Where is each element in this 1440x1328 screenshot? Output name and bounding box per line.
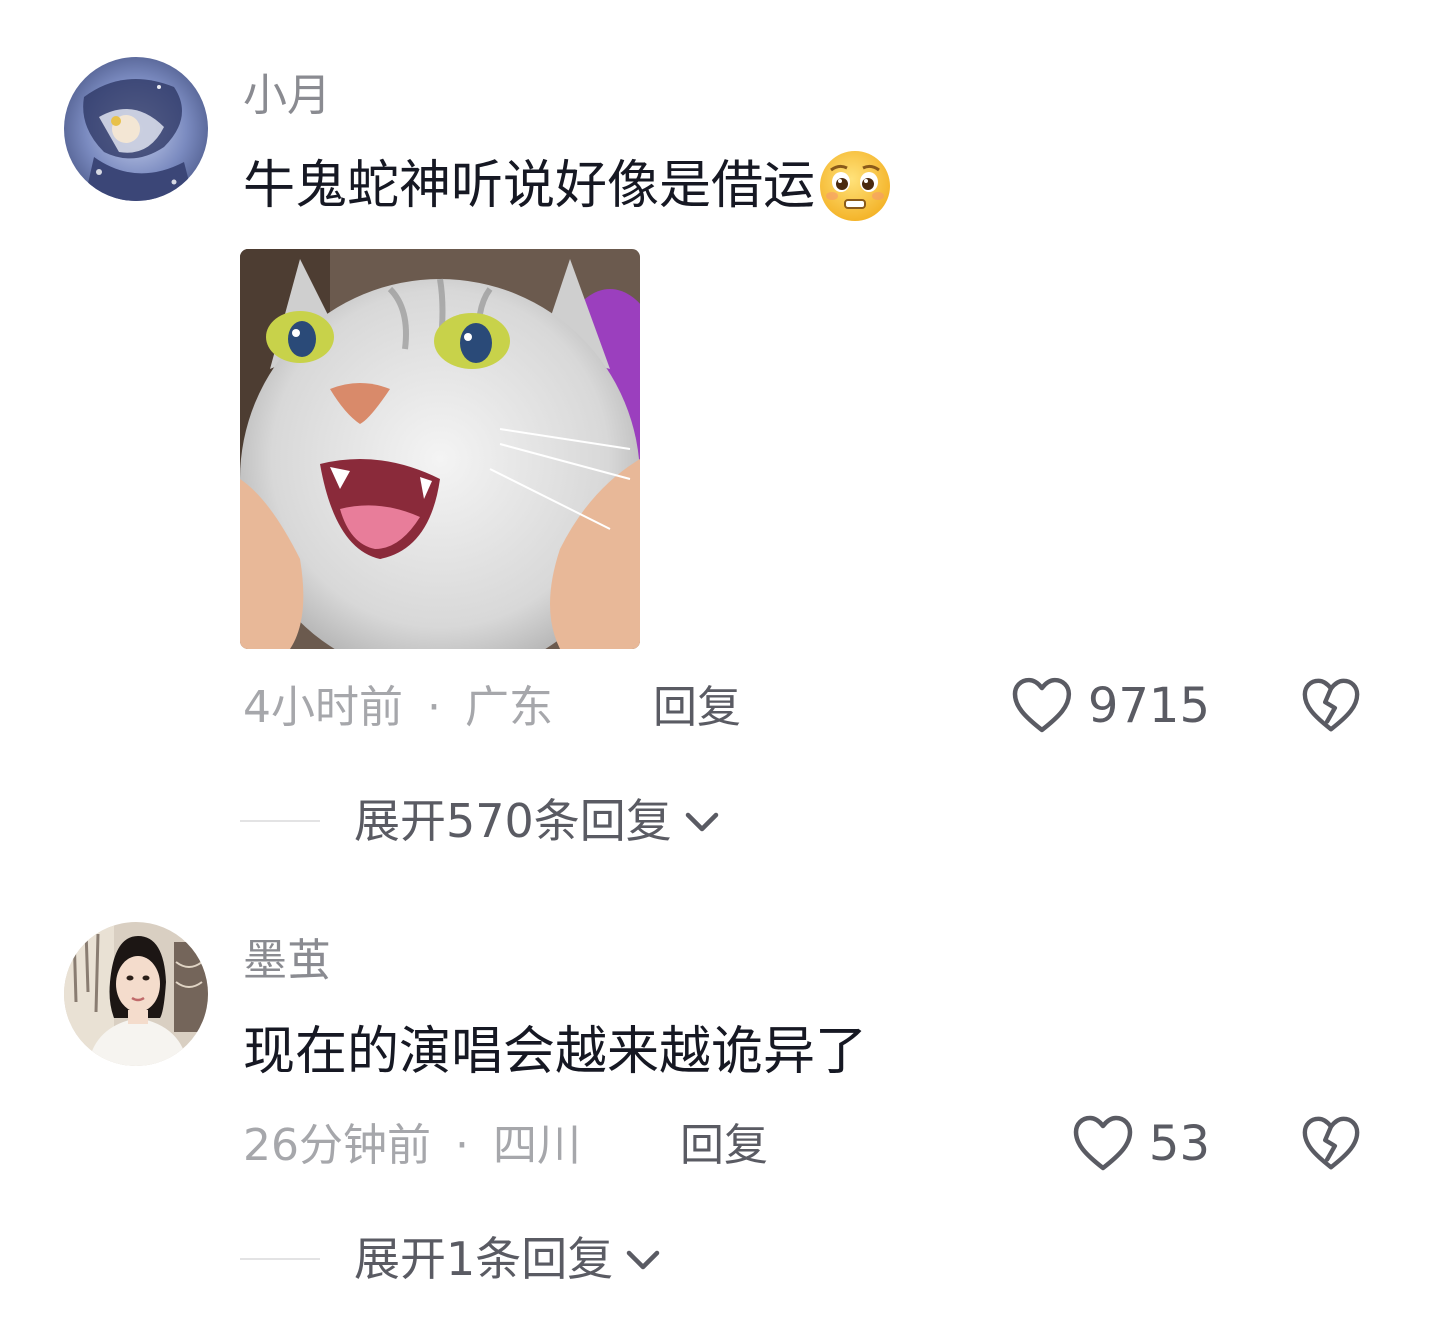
comment-meta: 4小时前 · 广东	[243, 686, 553, 730]
heart-outline-icon	[1012, 677, 1072, 733]
comment-text: 牛鬼蛇神听说好像是借运	[243, 148, 893, 224]
like-button[interactable]: 9715	[1010, 676, 1210, 736]
expand-divider	[240, 820, 320, 822]
location: 四川	[493, 1120, 581, 1171]
like-count: 9715	[1087, 678, 1210, 734]
heart-outline-icon	[1073, 1115, 1133, 1171]
comment-text: 现在的演唱会越来越诡异了	[243, 1022, 868, 1082]
broken-heart-icon	[1302, 1116, 1360, 1170]
chevron-down-icon	[685, 812, 719, 832]
comment-meta: 26分钟前 · 四川	[243, 1124, 581, 1168]
username[interactable]: 墨茧	[243, 939, 331, 983]
username[interactable]: 小月	[243, 74, 331, 118]
comment-image[interactable]	[240, 249, 640, 649]
broken-heart-icon	[1302, 678, 1360, 732]
timestamp: 4小时前	[243, 682, 403, 733]
expand-divider	[240, 1258, 320, 1260]
avatar-image	[64, 922, 208, 1066]
location: 广东	[465, 682, 553, 733]
dislike-button[interactable]	[1300, 676, 1362, 736]
reply-button[interactable]: 回复	[680, 1124, 768, 1168]
expand-replies-button[interactable]: 展开570条回复	[240, 798, 722, 844]
comment-item: 墨茧 现在的演唱会越来越诡异了 26分钟前 · 四川 回复 53 展开1条回复	[0, 880, 1440, 1328]
avatar[interactable]	[64, 922, 208, 1066]
timestamp: 26分钟前	[243, 1120, 431, 1171]
avatar-image	[64, 57, 208, 201]
avatar[interactable]	[64, 57, 208, 201]
chevron-down-icon	[627, 1250, 660, 1270]
comment-text-body: 牛鬼蛇神听说好像是借运	[243, 156, 816, 216]
comment-item: 小月 牛鬼蛇神听说好像是借运 4小时前 · 广东 回复 9715 展开570条回…	[0, 0, 1440, 880]
dislike-button[interactable]	[1300, 1114, 1362, 1174]
like-count: 53	[1148, 1116, 1210, 1172]
meta-separator: ·	[427, 682, 441, 733]
expand-replies-label: 展开1条回复	[354, 1232, 614, 1286]
expand-replies-label: 展开570条回复	[354, 794, 672, 848]
pleading-face-emoji	[817, 148, 893, 224]
like-button[interactable]: 53	[1010, 1114, 1210, 1174]
meta-separator: ·	[455, 1120, 469, 1171]
expand-replies-button[interactable]: 展开1条回复	[240, 1236, 663, 1282]
shocked-cat-image	[240, 249, 640, 649]
reply-button[interactable]: 回复	[653, 686, 741, 730]
